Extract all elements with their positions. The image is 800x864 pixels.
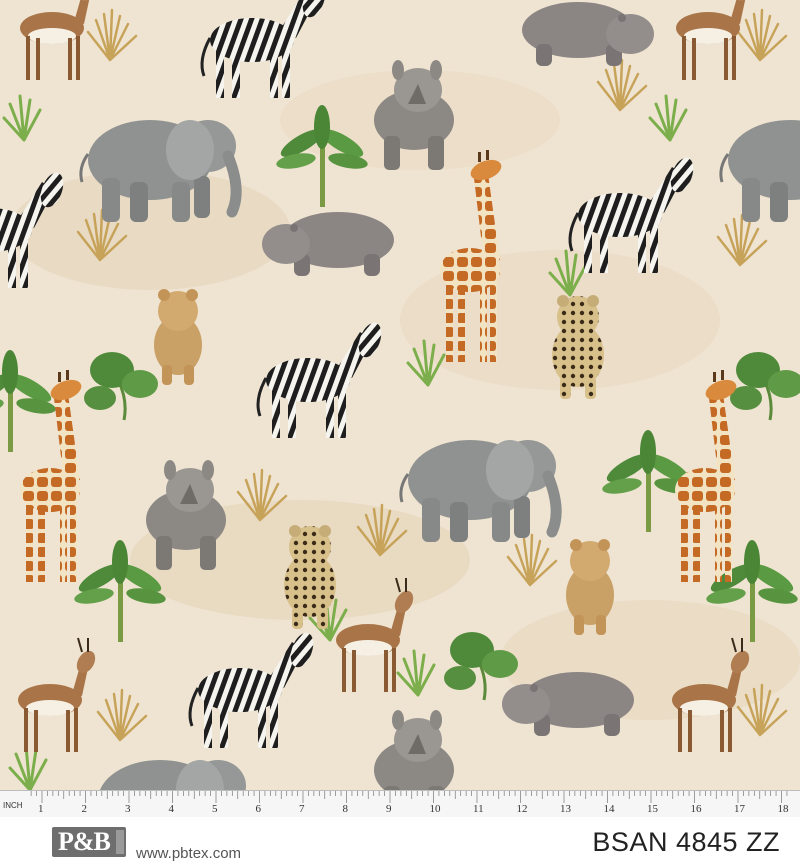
brand-logo-accent xyxy=(116,830,124,854)
ruler-scale: INCH 1 2 3 4 5 6 7 8 9 10 11 12 13 14 15 16 17 18 xyxy=(3,791,790,815)
brand-logo: P&B xyxy=(52,827,126,857)
ruler-number: 10 xyxy=(430,803,442,815)
brand-logo-text: P&B xyxy=(58,827,111,856)
ruler-number: 15 xyxy=(647,803,659,815)
measurement-ruler: INCH 1 2 3 4 5 6 7 8 9 10 11 12 13 14 15 16 17 18 xyxy=(0,790,800,818)
website-link[interactable]: www.pbtex.com xyxy=(136,845,241,862)
ruler-number: 12 xyxy=(517,803,528,815)
ruler-number: 11 xyxy=(473,803,484,815)
ruler-number: 7 xyxy=(299,803,305,815)
ruler-number: 9 xyxy=(386,803,392,815)
ruler-number: 13 xyxy=(560,803,572,815)
ruler-number: 18 xyxy=(778,803,790,815)
ruler-number: 14 xyxy=(604,803,616,815)
ruler-unit-label: INCH xyxy=(3,801,23,810)
ruler-number: 5 xyxy=(212,803,218,815)
ruler-number: 8 xyxy=(343,803,349,815)
ruler-number: 2 xyxy=(82,803,88,815)
animal-pattern xyxy=(0,0,800,790)
product-code: BSAN 4845 ZZ xyxy=(592,827,780,857)
ruler-number: 4 xyxy=(169,803,175,815)
ruler-number: 17 xyxy=(734,803,746,815)
ruler-number: 3 xyxy=(125,803,131,815)
ruler-number: 1 xyxy=(38,803,44,815)
ruler-number: 6 xyxy=(256,803,262,815)
fabric-swatch xyxy=(0,0,800,790)
footer: P&B www.pbtex.com BSAN 4845 ZZ xyxy=(0,817,800,864)
ruler-number: 16 xyxy=(691,803,703,815)
